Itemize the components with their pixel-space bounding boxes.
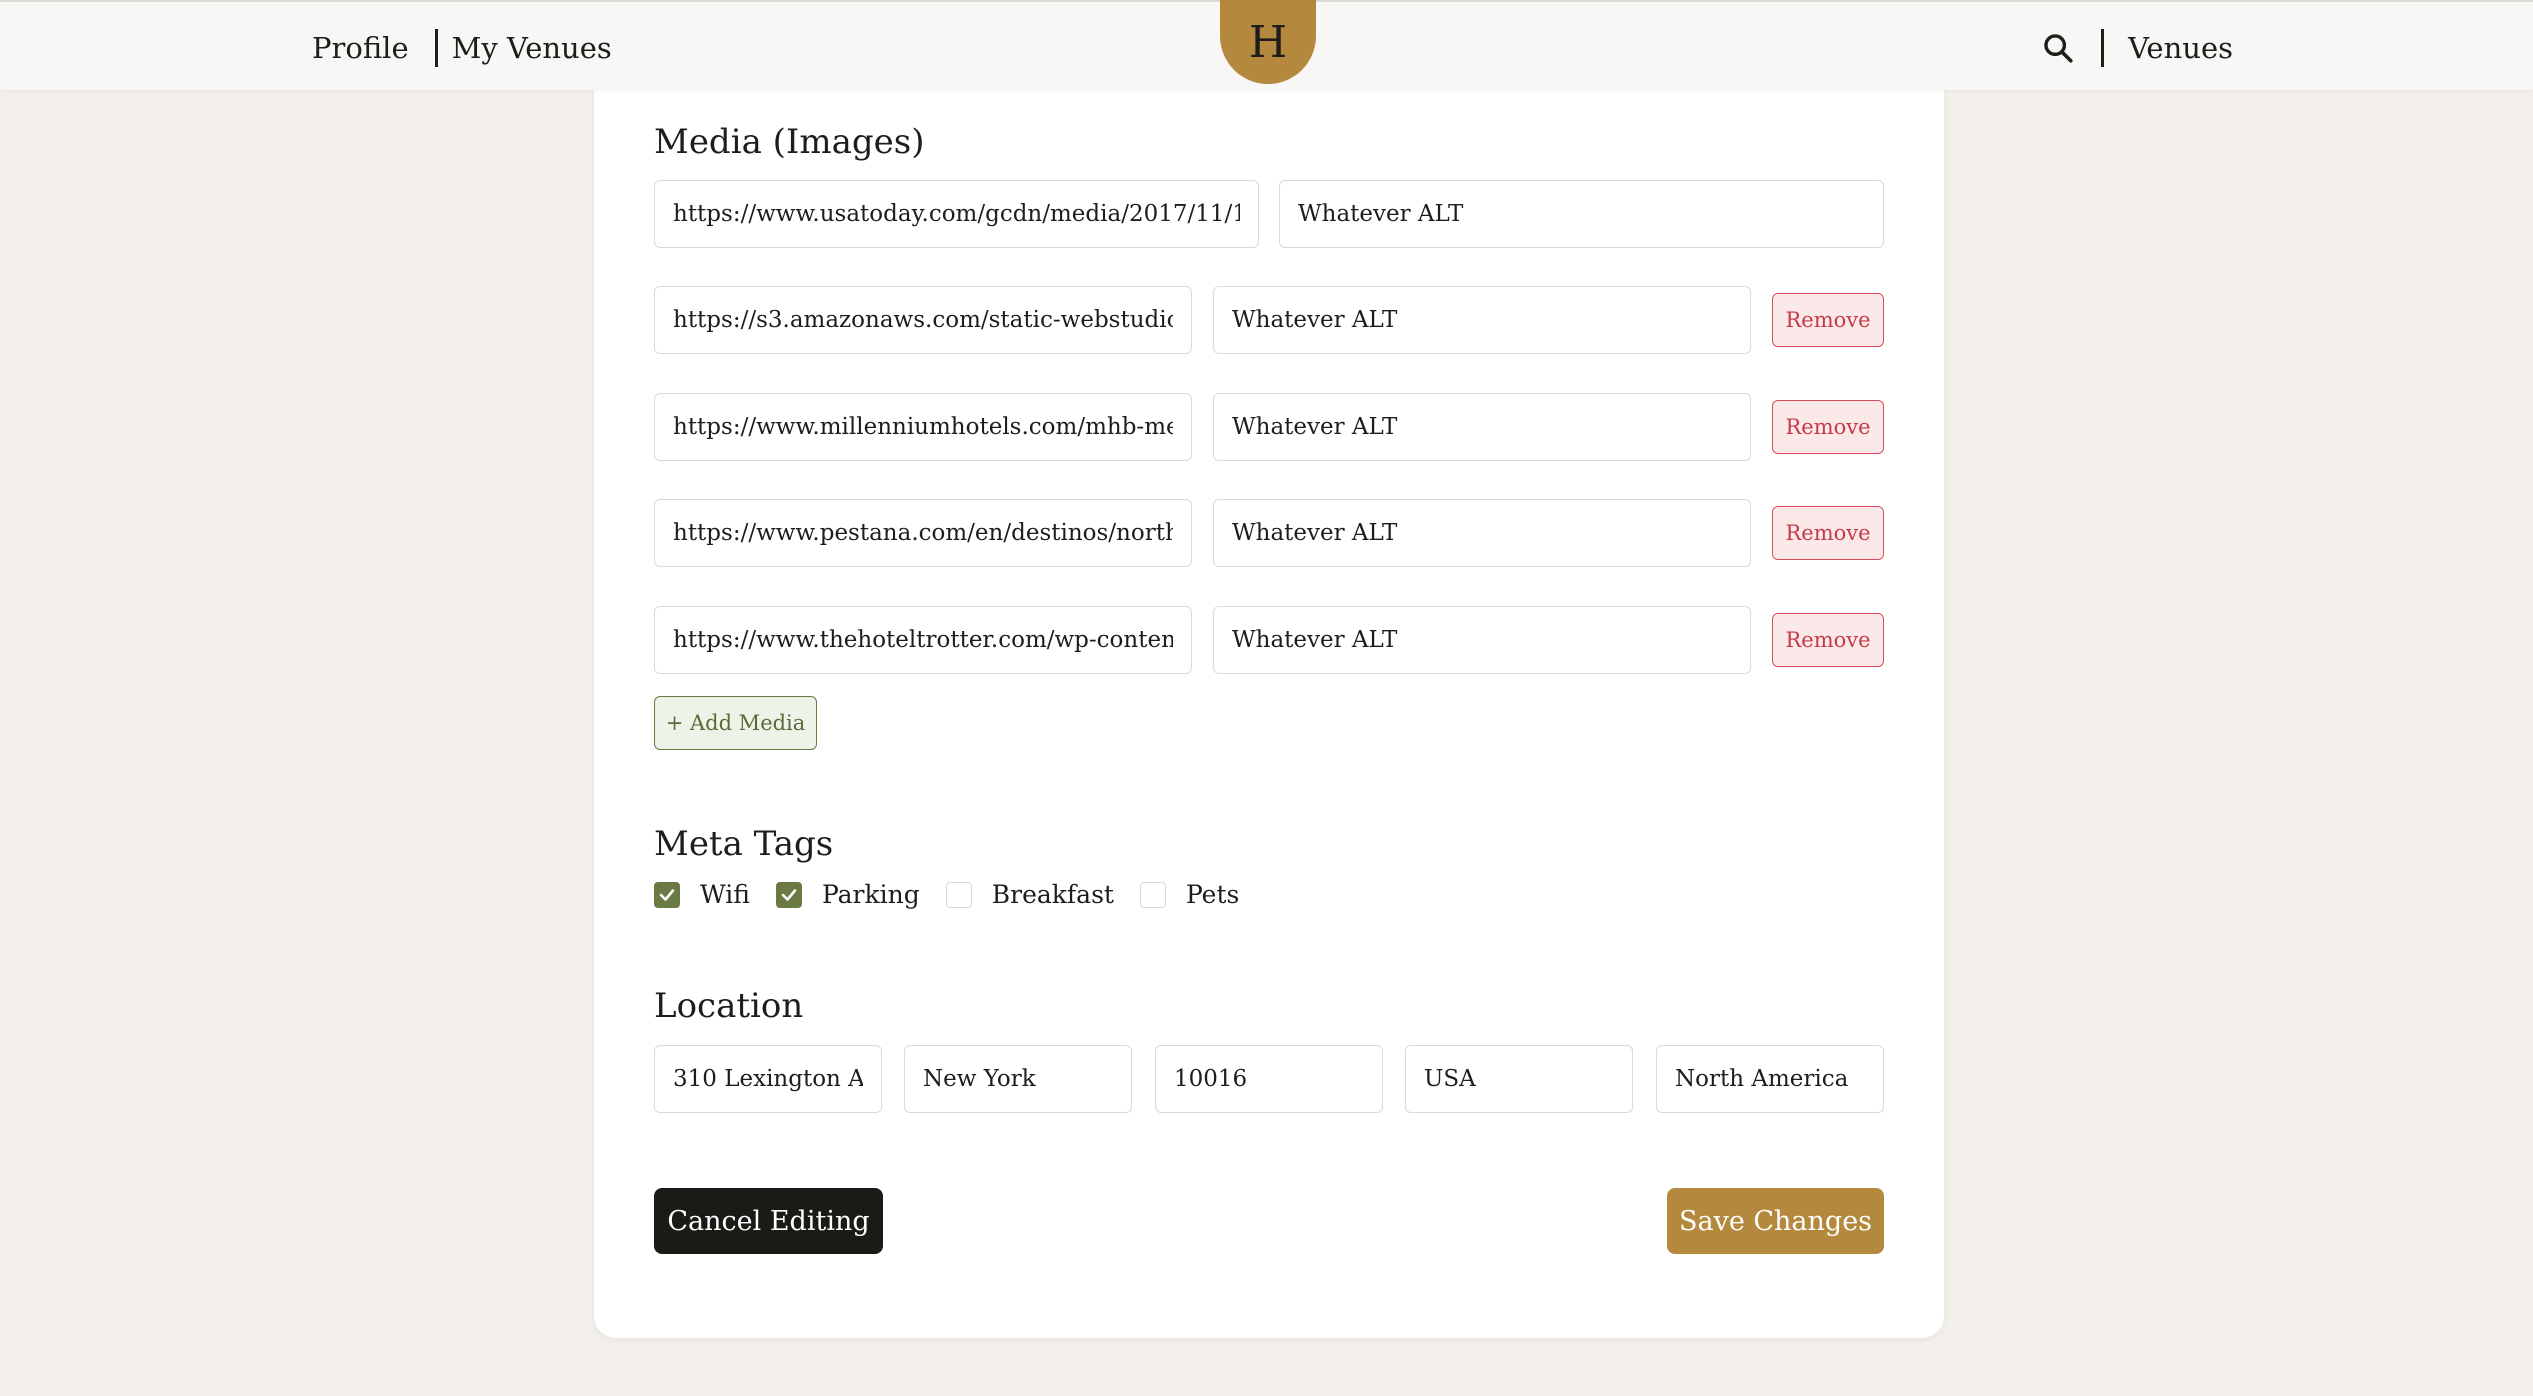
remove-media-button[interactable]: Remove [1772,293,1884,347]
meta-tag-label: Breakfast [991,880,1114,909]
nav-link-my-venues[interactable]: My Venues [452,31,612,65]
media-alt-input[interactable] [1279,180,1884,248]
meta-tags-section-title: Meta Tags [654,824,834,864]
meta-tags-list: Wifi Parking Breakfast Pets [654,880,1265,909]
search-icon-graphic [2044,34,2073,63]
city-input[interactable] [904,1045,1132,1113]
nav-link-venues[interactable]: Venues [2128,31,2233,65]
checkbox-unchecked[interactable] [1139,881,1166,908]
nav-link-profile[interactable]: Profile [312,31,409,65]
country-input[interactable] [1405,1045,1633,1113]
save-changes-button[interactable]: Save Changes [1667,1188,1884,1254]
media-url-input[interactable] [654,606,1192,674]
remove-media-button[interactable]: Remove [1772,613,1884,667]
check-icon [659,888,675,901]
meta-tag-label: Parking [821,880,920,909]
meta-tag-label: Wifi [700,880,750,909]
meta-tag-pets[interactable]: Pets [1139,880,1240,909]
edit-venue-card: Media (Images) Remove Remove Remove Remo… [594,60,1944,1338]
media-alt-input[interactable] [1213,393,1751,461]
nav-left: Profile My Venues [312,26,612,70]
meta-tag-parking[interactable]: Parking [775,880,920,909]
logo-letter: H [1248,16,1288,68]
zip-input[interactable] [1155,1045,1383,1113]
media-url-input[interactable] [654,393,1192,461]
meta-tag-label: Pets [1185,880,1240,909]
address-input[interactable] [654,1045,882,1113]
media-url-input[interactable] [654,286,1192,354]
media-section-title: Media (Images) [654,122,925,162]
meta-tag-breakfast[interactable]: Breakfast [945,880,1114,909]
continent-input[interactable] [1656,1045,1884,1113]
remove-media-button[interactable]: Remove [1772,506,1884,560]
nav-divider [434,29,438,67]
search-icon[interactable] [2041,31,2075,65]
check-icon [781,888,797,901]
checkbox-checked[interactable] [654,881,680,908]
add-media-button[interactable]: + Add Media [654,696,817,750]
checkbox-unchecked[interactable] [945,881,972,908]
meta-tag-wifi[interactable]: Wifi [654,880,750,909]
media-url-input[interactable] [654,499,1192,567]
remove-media-button[interactable]: Remove [1772,400,1884,454]
media-url-input[interactable] [654,180,1259,248]
nav-divider [2101,29,2105,67]
media-alt-input[interactable] [1213,286,1751,354]
media-alt-input[interactable] [1213,499,1751,567]
checkbox-checked[interactable] [775,881,802,908]
location-section-title: Location [654,986,804,1026]
nav-right: Venues [2041,26,2233,70]
media-alt-input[interactable] [1213,606,1751,674]
cancel-editing-button[interactable]: Cancel Editing [654,1188,883,1254]
